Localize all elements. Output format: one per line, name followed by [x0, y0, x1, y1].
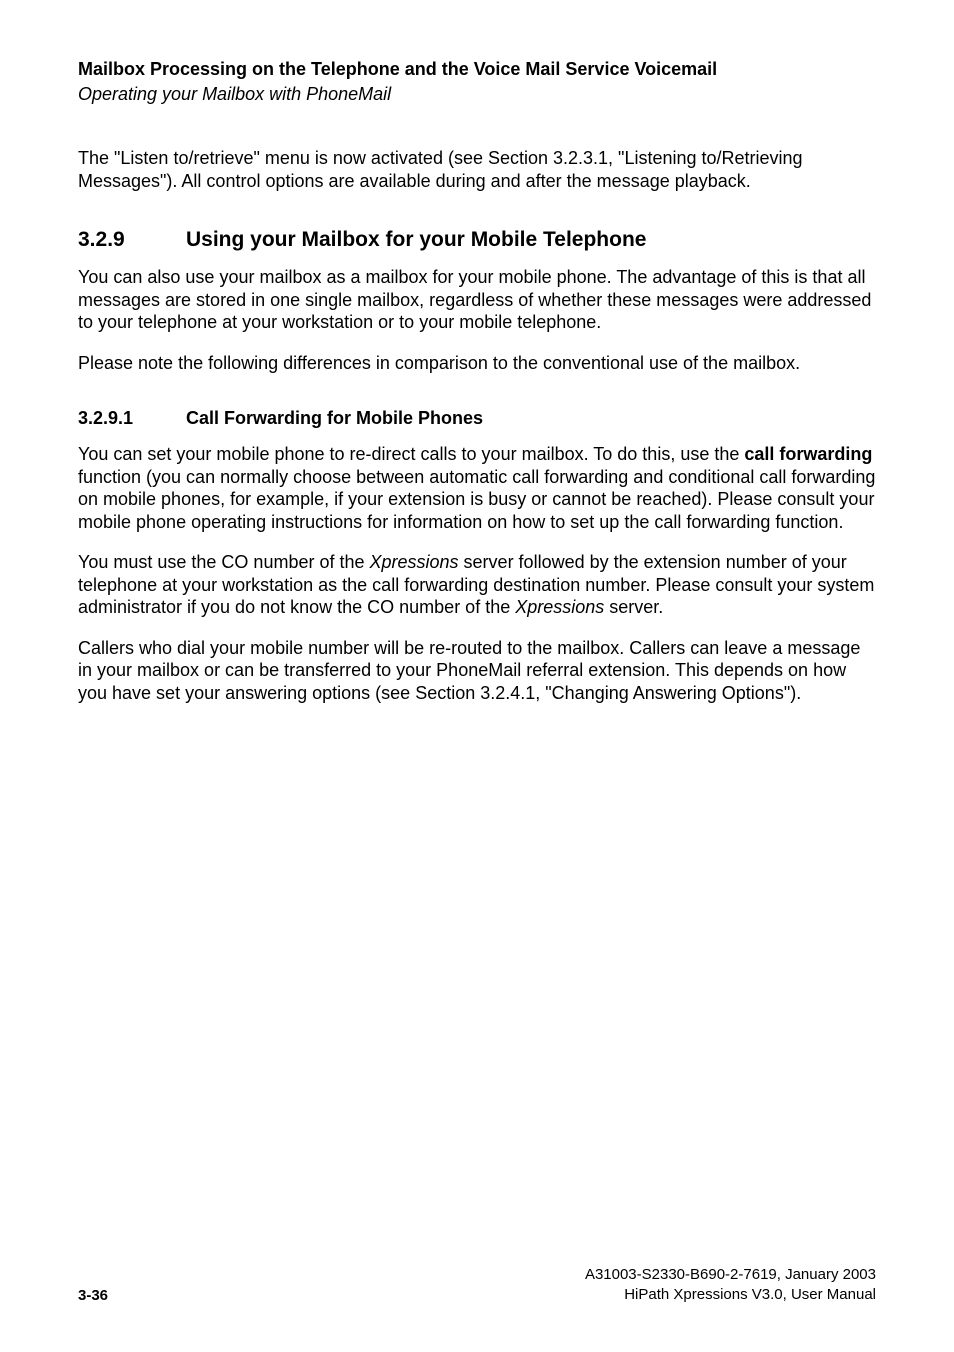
subsection-heading: 3.2.9.1 Call Forwarding for Mobile Phone…: [78, 408, 876, 429]
para1-bold: call forwarding: [744, 444, 872, 464]
section-heading: 3.2.9 Using your Mailbox for your Mobile…: [78, 228, 876, 252]
subsection-paragraph-2: You must use the CO number of the Xpress…: [78, 551, 876, 619]
subsection-number: 3.2.9.1: [78, 408, 186, 429]
para1-post: function (you can normally choose betwee…: [78, 467, 875, 532]
subsection-paragraph-3: Callers who dial your mobile number will…: [78, 637, 876, 705]
intro-paragraph: The "Listen to/retrieve" menu is now act…: [78, 147, 876, 192]
footer-doc-id: A31003-S2330-B690-2-7619, January 2003: [585, 1265, 876, 1285]
footer-doc-title: HiPath Xpressions V3.0, User Manual: [585, 1285, 876, 1305]
para2-italic-1: Xpressions: [370, 552, 459, 572]
page-footer: 3-36 A31003-S2330-B690-2-7619, January 2…: [78, 1265, 876, 1304]
para1-pre: You can set your mobile phone to re-dire…: [78, 444, 744, 464]
page-header-bold: Mailbox Processing on the Telephone and …: [78, 58, 876, 81]
para2-italic-2: Xpressions: [515, 597, 604, 617]
page-header-italic: Operating your Mailbox with PhoneMail: [78, 83, 876, 106]
section-paragraph-1: You can also use your mailbox as a mailb…: [78, 266, 876, 334]
subsection-title: Call Forwarding for Mobile Phones: [186, 408, 483, 429]
section-paragraph-2: Please note the following differences in…: [78, 352, 876, 375]
para2-post: server.: [604, 597, 663, 617]
section-title: Using your Mailbox for your Mobile Telep…: [186, 228, 646, 252]
footer-doc-info: A31003-S2330-B690-2-7619, January 2003 H…: [585, 1265, 876, 1304]
section-number: 3.2.9: [78, 228, 186, 252]
page-number: 3-36: [78, 1287, 108, 1304]
para2-pre: You must use the CO number of the: [78, 552, 370, 572]
subsection-paragraph-1: You can set your mobile phone to re-dire…: [78, 443, 876, 533]
